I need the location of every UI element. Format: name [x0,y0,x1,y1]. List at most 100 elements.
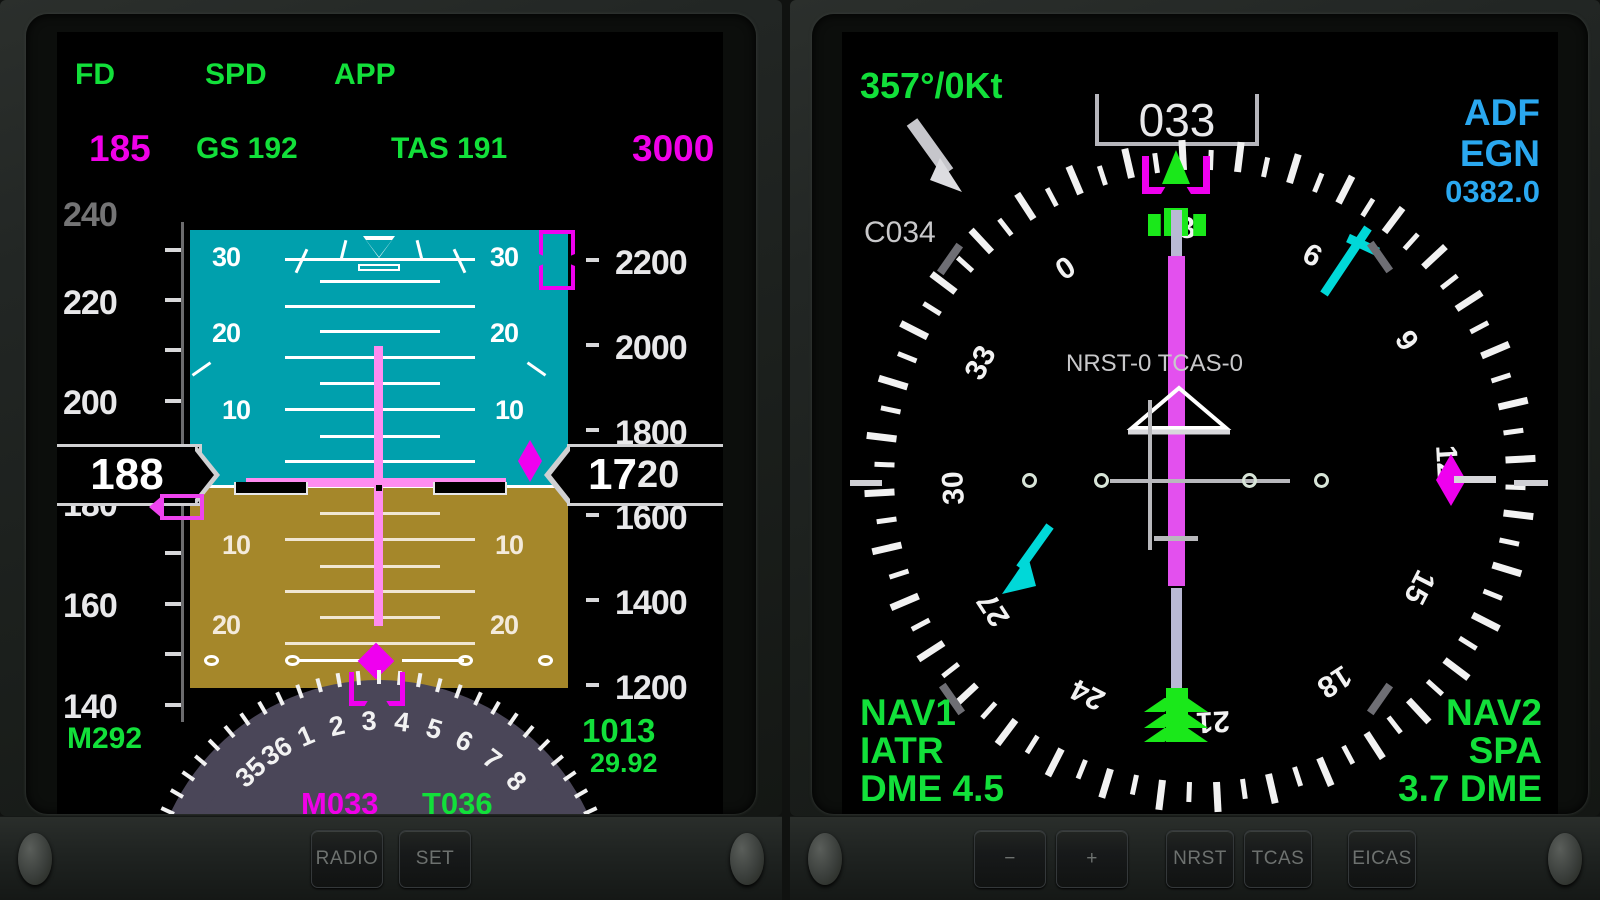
pfd-compass-tick [181,770,196,782]
course-tail-bottom [1144,688,1208,742]
compass-tick [1439,273,1459,290]
airspeed-value: 188 [90,450,164,499]
pfd-compass-tick [160,806,176,814]
adf-ident: EGN [1459,133,1540,174]
airspeed-tick-label: 200 [63,384,118,422]
compass-label: 18 [1311,658,1358,705]
compass-tick [910,617,931,632]
compass-tick [1212,781,1222,812]
cdi-dot [1314,473,1329,488]
annunciator-app: APP [334,58,396,91]
altitude-tick-label: 1200 [615,669,688,707]
eicas-button[interactable]: EICAS [1348,829,1416,888]
compass-tick [876,516,898,524]
cdi-dot [1242,473,1257,488]
pfd-compass-tick [537,738,551,752]
compass-tick [1381,205,1405,234]
compass-tick [1458,636,1478,651]
compass-tick [1286,153,1302,185]
compass-tick [877,374,909,390]
compass-tick [1335,175,1356,205]
compass-tick [889,592,920,611]
compass-tick [1497,396,1529,411]
compass-tick [997,217,1014,237]
compass-tick [889,568,910,580]
aircraft-symbol-icon [1126,385,1232,435]
altitude-tick-label: 2000 [615,329,688,367]
true-heading: T036 [422,786,493,814]
pfd-compass-tick [223,724,236,739]
nav1-dme: DME 4.5 [860,768,1004,809]
altitude-tick-label: 1400 [615,584,688,622]
compass-tick [1490,372,1511,384]
airspeed-tick-label: 240 [63,196,118,234]
compass-label: 33 [958,340,1003,386]
compass-label: 15 [1397,564,1442,610]
pfd-right-knob[interactable] [730,832,764,885]
range-increase-button[interactable]: + [1056,829,1128,888]
pfd-compass-tick [193,754,208,767]
nd-left-knob[interactable] [808,832,842,885]
pfd-compass-tick [472,691,483,707]
pfd-compass-tick [239,712,251,727]
pfd-compass-tick [435,677,444,693]
ground-speed: GS 192 [196,132,298,165]
compass-tick [1360,198,1375,218]
aircraft-symbol-right [433,482,507,495]
cockpit-display-panel: FD SPD APP 185 GS 192 TAS 191 3000 30 30… [0,0,1600,900]
compass-tick [1491,562,1523,578]
compass-tick [994,718,1019,747]
altitude-value: 17 [588,450,637,499]
nd-right-knob[interactable] [1548,832,1582,885]
compass-tick [1442,657,1471,681]
range-decrease-button[interactable]: − [974,829,1046,888]
annunciator-spd: SPD [205,58,267,91]
compass-tick [1240,778,1248,800]
selected-altitude: 3000 [632,128,715,169]
compass-tick [1363,730,1386,760]
compass-tick [1471,611,1501,632]
airspeed-tick-label: 220 [63,284,118,322]
compass-tick [874,462,895,468]
pfd-compass-tick [550,754,565,767]
set-button[interactable]: SET [399,829,471,888]
tcas-button[interactable]: TCAS [1244,829,1312,888]
heading-value: 033 [1138,94,1216,146]
compass-tick [1498,537,1520,547]
compass-tick [941,662,961,679]
compass-tick [956,255,975,274]
compass-tick [871,541,903,555]
compass-tick [1312,172,1325,194]
compass-tick [1505,454,1536,464]
pfd-screen: FD SPD APP 185 GS 192 TAS 191 3000 30 30… [57,32,723,814]
compass-tick [880,405,902,415]
pfd-compass-tick [207,738,221,752]
pfd-compass-tick [314,677,323,693]
nrst-button[interactable]: NRST [1166,829,1234,888]
compass-tick [1425,678,1444,696]
compass-tick [1386,715,1403,735]
compass-tick [916,639,946,662]
nav2-ident: SPA [1468,730,1542,771]
compass-tick [1480,341,1511,360]
pfd-left-knob[interactable] [18,832,52,885]
compass-tick [1406,697,1432,725]
compass-tick [968,227,994,255]
compass-label: 9 [1388,324,1426,357]
radio-button[interactable]: RADIO [311,829,383,888]
pfd-compass-tick [582,806,598,814]
compass-tick [1421,244,1449,270]
true-airspeed: TAS 191 [391,132,508,165]
compass-tick [1265,773,1279,805]
compass-tick [1155,779,1167,810]
nav1-ident: IATR [860,730,944,771]
compass-tick [899,320,929,341]
selected-speed: 185 [89,128,151,169]
pfd-compass-tick [490,701,501,716]
pfd-compass-tick [275,691,286,707]
compass-tick [864,488,895,498]
airspeed-tick-label: 160 [63,587,118,625]
pfd-compass-tick [170,788,185,799]
compass-label: 0 [1049,249,1082,287]
compass-tick [979,701,998,720]
